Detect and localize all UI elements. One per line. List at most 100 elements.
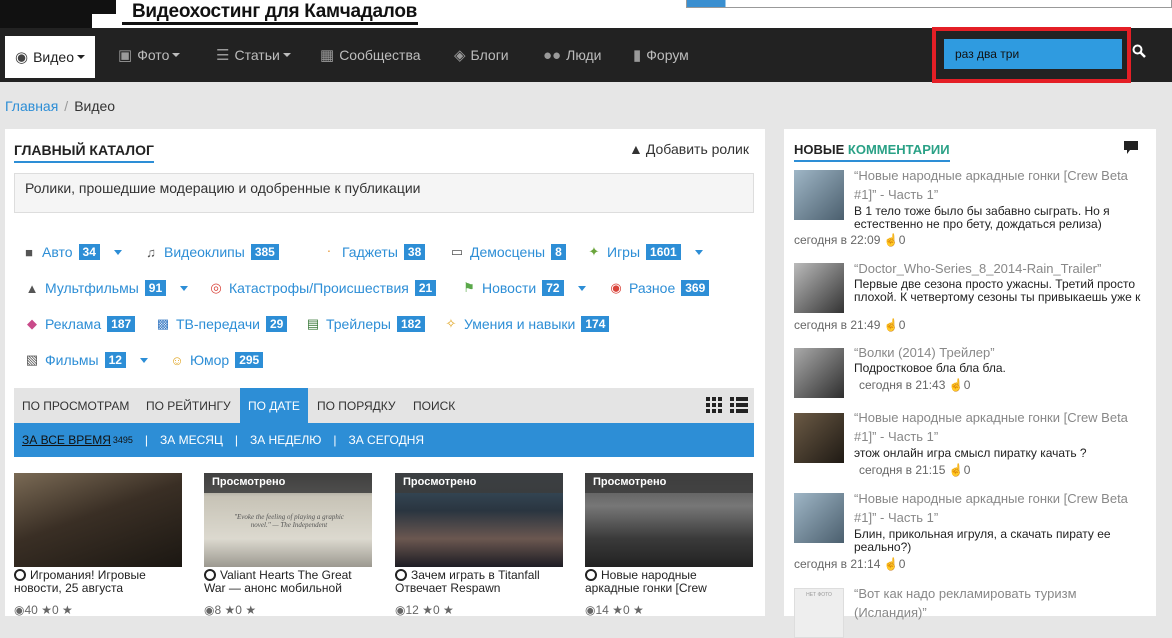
- avatar[interactable]: [794, 170, 844, 220]
- nav-item-blogs[interactable]: ◈ Блоги: [454, 28, 509, 82]
- avatar[interactable]: [794, 263, 844, 313]
- video-title-link[interactable]: Valiant Hearts The Great War — анонс моб…: [204, 569, 364, 595]
- comment-topic-link[interactable]: “Вот как надо рекламировать туризм (Исла…: [854, 584, 1144, 622]
- period-month[interactable]: ЗА МЕСЯЦ: [160, 433, 223, 447]
- thumbs-up-icon[interactable]: ☝: [884, 318, 899, 332]
- lifebuoy-icon: ◎: [210, 280, 222, 295]
- chevron-down-icon[interactable]: [180, 285, 189, 291]
- category-tv[interactable]: ▩ ТВ-передачи 29: [154, 314, 288, 334]
- category-humor[interactable]: ☺ Юмор 295: [168, 350, 264, 370]
- watched-badge: Просмотрено: [585, 473, 753, 493]
- video-title-link[interactable]: Зачем играть в Titanfall Отвечает Respaw…: [395, 569, 555, 595]
- nav-item-people[interactable]: ●● Люди: [543, 28, 602, 82]
- tab-sort-views[interactable]: ПО ПРОСМОТРАМ: [14, 388, 137, 423]
- comment-time: сегодня в 21:49: [794, 318, 881, 332]
- comment-topic-link[interactable]: “Doctor_Who-Series_8_2014-Rain_Trailer”: [854, 259, 1144, 278]
- video-thumbnail[interactable]: Просмотрено: [395, 473, 563, 567]
- period-separator: |: [234, 433, 238, 447]
- comment-topic-link[interactable]: “Новые народные аркадные гонки [Crew Bet…: [854, 489, 1144, 527]
- blog-icon: ◈: [454, 47, 466, 64]
- category-gadgets[interactable]: ⋅ Гаджеты 38: [320, 242, 426, 262]
- comments-title: НОВЫЕ КОММЕНТАРИИ: [794, 142, 950, 162]
- comment-topic-link[interactable]: “Новые народные аркадные гонки [Crew Bet…: [854, 408, 1144, 446]
- nav-item-forum[interactable]: ▮ Форум: [633, 28, 689, 82]
- chevron-down-icon[interactable]: [139, 357, 148, 363]
- category-movies[interactable]: ▧ Фильмы 12: [23, 350, 148, 370]
- news-icon: ⚑: [463, 280, 475, 295]
- video-thumbnail[interactable]: [14, 473, 182, 567]
- period-today[interactable]: ЗА СЕГОДНЯ: [348, 433, 424, 447]
- thumbs-up-icon[interactable]: ☝: [949, 463, 964, 477]
- forum-icon: ▮: [633, 47, 642, 64]
- logo-mark[interactable]: [0, 0, 92, 28]
- category-count: 369: [681, 280, 710, 296]
- video-thumbnail[interactable]: Просмотрено: [585, 473, 753, 567]
- video-title-link[interactable]: Новые народные аркадные гонки [Crew: [585, 569, 745, 595]
- avatar[interactable]: [794, 348, 844, 398]
- thumbs-up-icon[interactable]: ☝: [884, 233, 899, 247]
- breadcrumb-home-link[interactable]: Главная: [5, 98, 58, 114]
- film-strip-icon: ▤: [306, 316, 320, 331]
- sort-bar: ПО ПРОСМОТРАМ ПО РЕЙТИНГУ ПО ДАТЕ ПО ПОР…: [14, 388, 754, 423]
- category-ads[interactable]: ◆ Реклама 187: [23, 314, 136, 334]
- comment-meta: сегодня в 22:09 ☝0: [794, 233, 905, 247]
- monitor-icon: ▭: [450, 244, 464, 259]
- category-misc[interactable]: ◉ Разное 369: [607, 278, 710, 298]
- category-label: Новости: [482, 280, 537, 296]
- chat-bubble-icon[interactable]: [1124, 141, 1138, 157]
- nav-item-communities[interactable]: ▦ Сообщества: [320, 28, 421, 82]
- avatar[interactable]: [794, 493, 844, 543]
- chevron-down-icon[interactable]: [577, 285, 586, 291]
- chevron-down-icon[interactable]: [694, 249, 703, 255]
- category-skills[interactable]: ✧ Умения и навыки 174: [442, 314, 610, 334]
- chevron-down-icon[interactable]: [113, 249, 122, 255]
- category-demoscenes[interactable]: ▭ Демосцены 8: [448, 242, 566, 262]
- video-title-link[interactable]: Игромания! Игровые новости, 25 августа: [14, 569, 174, 595]
- nav-item-articles[interactable]: ☰ Статьи: [216, 28, 291, 82]
- category-news[interactable]: ⚑ Новости 72: [460, 278, 586, 298]
- video-stats: ◉14 ★0 ★: [585, 603, 644, 617]
- likes-count: 0: [963, 463, 971, 477]
- period-all-time[interactable]: ЗА ВСЕ ВРЕМЯ: [22, 433, 111, 447]
- grid-view-icon[interactable]: [706, 397, 724, 413]
- comment-text: В 1 тело тоже было бы забавно сыграть. Н…: [854, 204, 1110, 231]
- tab-sort-date[interactable]: ПО ДАТЕ: [240, 388, 308, 423]
- category-games[interactable]: ✦ Игры 1601: [585, 242, 703, 262]
- video-thumbnail[interactable]: Просмотрено "Evoke the feeling of playin…: [204, 473, 372, 567]
- category-auto[interactable]: ■ Авто 34: [20, 242, 122, 262]
- likes-count: 0: [963, 378, 971, 392]
- photo-camera-icon: ▣: [118, 47, 133, 64]
- comment-topic-link[interactable]: “Новые народные аркадные гонки [Crew Bet…: [854, 166, 1144, 204]
- category-label: Гаджеты: [342, 244, 398, 260]
- category-count: 182: [396, 316, 425, 332]
- avatar[interactable]: [794, 413, 844, 463]
- site-title[interactable]: Видеохостинг для Камчадалов: [132, 1, 417, 23]
- category-label: Умения и навыки: [464, 316, 576, 332]
- category-trailers[interactable]: ▤ Трейлеры 182: [304, 314, 425, 334]
- category-videoclips[interactable]: ♫ Видеоклипы 385: [142, 242, 279, 262]
- page-title: ГЛАВНЫЙ КАТАЛОГ: [14, 142, 154, 163]
- thumbs-up-icon[interactable]: ☝: [949, 378, 964, 392]
- comment-text: Блин, прикольная игруля, а скачать пират…: [854, 527, 1111, 554]
- tab-sort-order[interactable]: ПО ПОРЯДКУ: [309, 388, 404, 423]
- add-video-link[interactable]: ▲ Добавить ролик: [629, 141, 749, 157]
- tab-search[interactable]: ПОИСК: [405, 388, 463, 423]
- eye-icon: ◉: [395, 603, 406, 617]
- video-stats: ◉8 ★0 ★: [204, 603, 256, 617]
- top-banner[interactable]: [686, 0, 1172, 8]
- category-cartoons[interactable]: ▲ Мультфильмы 91: [23, 278, 189, 298]
- thumbs-up-icon[interactable]: ☝: [884, 557, 899, 571]
- comment-topic-link[interactable]: “Волки (2014) Трейлер”: [854, 343, 1144, 362]
- search-icon[interactable]: [1132, 44, 1148, 62]
- search-input[interactable]: [944, 39, 1122, 69]
- nav-item-label: Форум: [646, 47, 689, 63]
- nav-item-label: Видео: [33, 49, 74, 65]
- period-week[interactable]: ЗА НЕДЕЛЮ: [250, 433, 321, 447]
- list-view-icon[interactable]: [730, 397, 748, 413]
- nav-item-photo[interactable]: ▣ Фото: [118, 28, 181, 82]
- category-disasters[interactable]: ◎ Катастрофы/Происшествия 21: [207, 278, 437, 298]
- tab-sort-rating[interactable]: ПО РЕЙТИНГУ: [138, 388, 239, 423]
- avatar-placeholder[interactable]: НЕТ ФОТО: [794, 588, 844, 638]
- nav-item-video[interactable]: ◉ Видео: [5, 36, 95, 78]
- views-count: 14: [595, 603, 609, 617]
